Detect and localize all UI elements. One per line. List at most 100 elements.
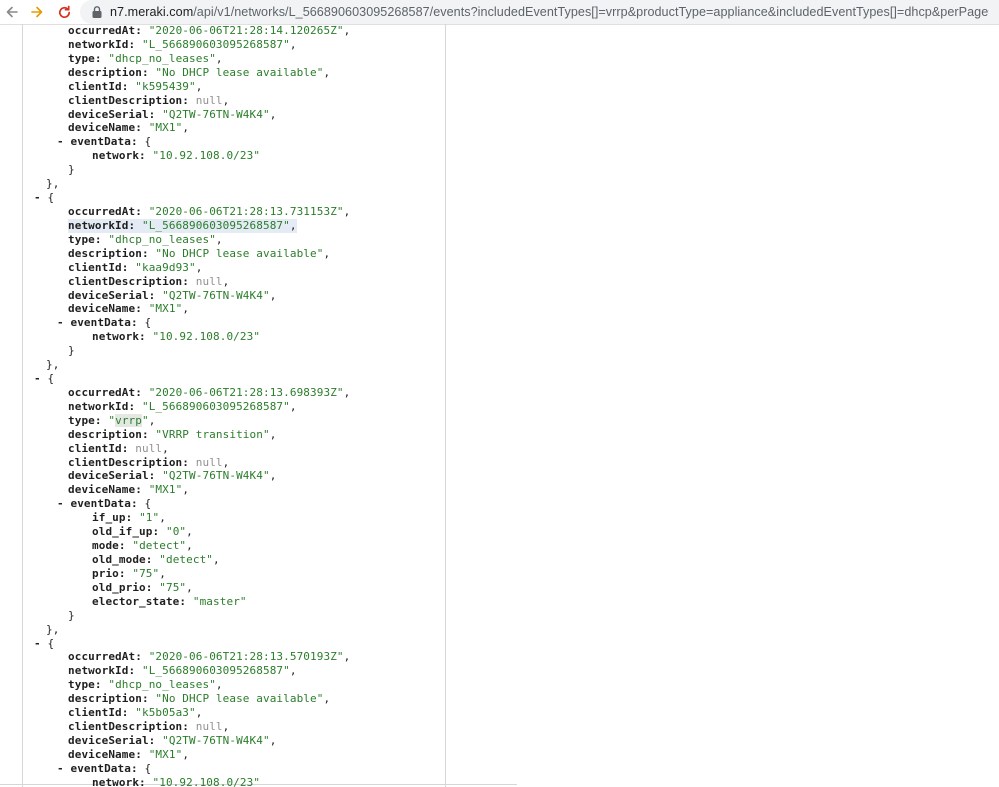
json-value: "2020-06-06T21:28:13.570193Z" (148, 650, 344, 664)
json-key: description: (68, 246, 149, 260)
json-key: eventData: (70, 135, 138, 149)
array-item-close-text: }, (46, 358, 60, 372)
arrow-right-icon (31, 6, 43, 18)
json-key: eventData: (70, 761, 138, 775)
comma: , (222, 93, 230, 107)
json-key: mode: (92, 539, 126, 552)
json-key: networkId: (68, 664, 136, 678)
json-entry-deviceSerial: deviceSerial: "Q2TW-76TN-W4K4", (68, 289, 276, 303)
collapse-toggle[interactable]: - (34, 191, 41, 204)
json-value: "MX1" (148, 121, 183, 135)
json-entry-old-if-up: old_if_up: "0", (92, 525, 193, 539)
back-button[interactable] (2, 2, 22, 22)
comma: , (289, 399, 297, 413)
json-key: old_if_up: (92, 525, 160, 539)
collapse-toggle[interactable]: - (57, 316, 64, 329)
json-entry-clientDescription: clientDescription: null, (68, 94, 229, 108)
comma: , (289, 37, 297, 51)
json-key: occurredAt: (68, 650, 142, 664)
event-data-toggle: - eventData: { (57, 316, 151, 330)
comma: , (215, 232, 223, 246)
json-key: type: (68, 232, 102, 246)
collapse-toggle[interactable]: - (57, 497, 64, 510)
json-value: "No DHCP lease available" (155, 692, 324, 706)
json-key: old_prio: (92, 580, 153, 594)
json-value: "kaa9d93" (135, 260, 196, 274)
json-value: null (195, 455, 223, 469)
open-brace: { (144, 497, 152, 511)
json-entry-networkId: networkId: "L_566890603095268587", (68, 664, 297, 678)
json-key: clientId: (68, 706, 129, 720)
json-value: null (135, 441, 163, 455)
json-key: deviceSerial: (68, 469, 156, 483)
open-brace: { (47, 372, 55, 385)
reload-button[interactable] (54, 2, 74, 22)
json-value: "dhcp_no_leases" (108, 232, 216, 246)
search-match: vrrp (115, 413, 142, 427)
event-data-close-text: } (68, 163, 75, 177)
json-value: "Q2TW-76TN-W4K4" (162, 733, 270, 747)
json-value: "L_566890603095268587" (141, 37, 290, 51)
json-key: eventData: (70, 497, 138, 511)
json-entry-description: description: "No DHCP lease available", (68, 247, 330, 261)
comma: , (182, 302, 190, 316)
json-key: occurredAt: (68, 205, 142, 218)
json-entry-deviceName: deviceName: "MX1", (68, 748, 189, 762)
json-value: "k5b05a3" (135, 706, 196, 720)
collapse-toggle[interactable]: - (57, 135, 64, 148)
json-value: "1" (139, 511, 160, 525)
array-item-toggle: - { (34, 191, 54, 205)
json-entry-description: description: "VRRP transition", (68, 428, 276, 442)
json-key: clientDescription: (68, 455, 190, 469)
json-value: "2020-06-06T21:28:14.120265Z" (148, 24, 344, 37)
comma: , (182, 121, 190, 135)
comma: , (323, 692, 331, 706)
url-text[interactable]: n7.meraki.com/api/v1/networks/L_56689060… (110, 4, 989, 20)
comma: , (269, 469, 277, 483)
json-value: "detect" (159, 553, 214, 566)
json-key: prio: (92, 566, 126, 580)
collapse-toggle[interactable]: - (34, 372, 41, 385)
json-entry-network: network: "10.92.108.0/23" (92, 149, 260, 163)
forward-button[interactable] (27, 2, 47, 22)
comma: , (343, 650, 351, 664)
event-data-toggle: - eventData: { (57, 135, 151, 149)
json-value: null (195, 274, 223, 288)
json-key: deviceSerial: (68, 288, 156, 302)
json-entry-clientDescription: clientDescription: null, (68, 456, 229, 470)
json-entry-deviceName: deviceName: "MX1", (68, 483, 189, 497)
collapse-toggle[interactable]: - (57, 762, 64, 775)
comma: , (195, 706, 203, 720)
json-value: null (195, 720, 223, 733)
comma: , (186, 580, 193, 594)
content-border (445, 24, 446, 787)
json-value: "MX1" (148, 747, 183, 761)
json-key: network: (92, 149, 146, 163)
comma: , (269, 288, 277, 302)
comma: , (182, 483, 190, 497)
json-key: clientDescription: (68, 274, 190, 288)
json-key: description: (68, 427, 149, 441)
json-entry-occurredAt: occurredAt: "2020-06-06T21:28:13.570193Z… (68, 650, 350, 664)
json-value: "dhcp_no_leases" (108, 678, 216, 692)
comma: , (269, 427, 277, 441)
json-entry-networkId: networkId: "L_566890603095268587", (68, 218, 297, 233)
json-key: clientDescription: (68, 720, 190, 733)
comma: , (343, 385, 351, 399)
json-value: "L_566890603095268587" (141, 664, 290, 678)
json-key: if_up: (92, 511, 133, 525)
json-entry-old-mode: old_mode: "detect", (92, 553, 220, 567)
comma: , (182, 747, 190, 761)
json-entry-type: type: "vrrp", (68, 413, 155, 428)
json-key: elector_state: (92, 594, 187, 608)
address-bar[interactable]: n7.meraki.com/api/v1/networks/L_56689060… (80, 0, 999, 24)
json-entry-network: network: "10.92.108.0/23" (92, 776, 260, 787)
arrow-left-icon (6, 6, 18, 18)
json-value: "L_566890603095268587" (141, 399, 290, 413)
json-entry-occurredAt: occurredAt: "2020-06-06T21:28:13.731153Z… (68, 205, 350, 219)
array-item-close-text: }, (46, 622, 60, 636)
json-key: deviceSerial: (68, 107, 156, 121)
json-value: "k595439" (135, 79, 196, 93)
json-key: network: (92, 330, 146, 344)
collapse-toggle[interactable]: - (34, 637, 41, 650)
